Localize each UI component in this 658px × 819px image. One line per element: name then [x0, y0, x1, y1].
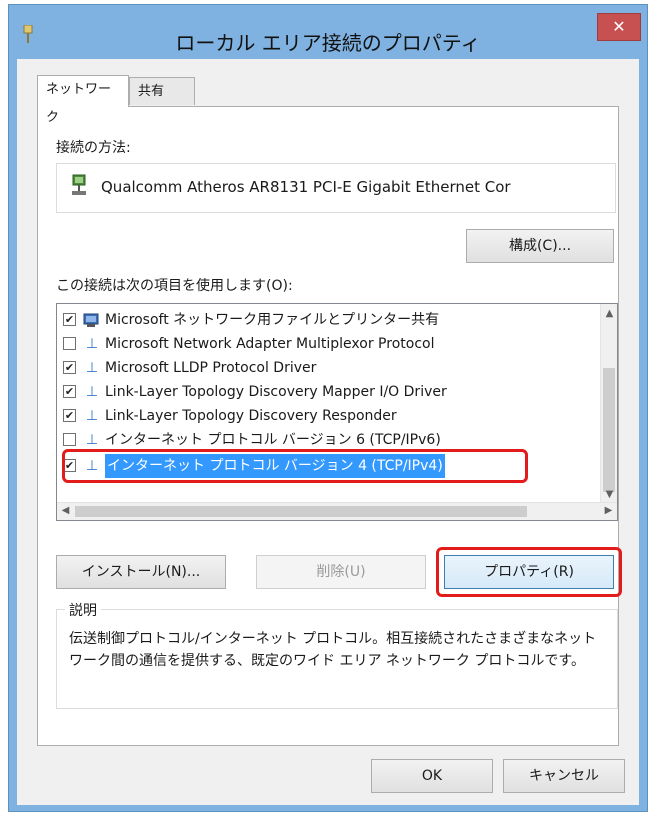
- item-label: インターネット プロトコル バージョン 4 (TCP/IPv4): [105, 454, 445, 478]
- properties-dialog: ローカル エリア接続のプロパティ ✕ ネットワーク 共有 接続の方法: Qual…: [8, 4, 648, 812]
- configure-button[interactable]: 構成(C)...: [466, 229, 614, 263]
- connect-using-label: 接続の方法:: [56, 140, 131, 156]
- item-label: Link-Layer Topology Discovery Responder: [105, 408, 397, 424]
- install-button[interactable]: インストール(N)...: [56, 555, 226, 589]
- tab-sharing[interactable]: 共有: [129, 77, 195, 105]
- protocol-icon: ⊥: [85, 458, 99, 474]
- item-label: Microsoft Network Adapter Multiplexor Pr…: [105, 336, 435, 352]
- scroll-right-icon[interactable]: ▶: [600, 505, 617, 516]
- description-group: 説明 伝送制御プロトコル/インターネット プロトコル。相互接続されたさまざまなネ…: [56, 600, 618, 709]
- item-checkbox[interactable]: ✔: [63, 409, 76, 422]
- scroll-up-icon[interactable]: ▲: [601, 308, 617, 319]
- protocol-icon: ⊥: [85, 360, 99, 376]
- window-title: ローカル エリア接続のプロパティ: [175, 31, 481, 55]
- list-item[interactable]: ⊥ インターネット プロトコル バージョン 6 (TCP/IPv6): [57, 428, 599, 452]
- horizontal-scrollbar[interactable]: ◀ ▶: [57, 502, 617, 520]
- item-checkbox[interactable]: ✔: [63, 459, 76, 472]
- dialog-client-area: ネットワーク 共有 接続の方法: Qualcomm Atheros AR8131…: [17, 59, 639, 805]
- items-label: この接続は次の項目を使用します(O):: [56, 278, 293, 294]
- network-tab-panel: 接続の方法: Qualcomm Atheros AR8131 PCI-E Gig…: [37, 106, 622, 746]
- vertical-scroll-thumb[interactable]: [603, 368, 615, 492]
- description-legend: 説明: [65, 600, 101, 620]
- protocol-icon: ⊥: [85, 336, 99, 352]
- item-label: Microsoft ネットワーク用ファイルとプリンター共有: [105, 312, 440, 328]
- uninstall-button[interactable]: 削除(U): [256, 555, 426, 589]
- network-share-icon: [83, 308, 101, 332]
- scroll-left-icon[interactable]: ◀: [57, 505, 74, 516]
- item-checkbox[interactable]: ✔: [63, 313, 76, 326]
- list-item[interactable]: ✔ ⊥ Microsoft LLDP Protocol Driver: [57, 356, 599, 380]
- list-item[interactable]: ⊥ Microsoft Network Adapter Multiplexor …: [57, 332, 599, 356]
- item-checkbox[interactable]: ✔: [63, 385, 76, 398]
- ok-button[interactable]: OK: [371, 759, 493, 793]
- cancel-button[interactable]: キャンセル: [503, 759, 625, 793]
- vertical-scrollbar[interactable]: ▲ ▼: [600, 304, 617, 502]
- adapter-name: Qualcomm Atheros AR8131 PCI-E Gigabit Et…: [101, 178, 511, 196]
- list-item[interactable]: ✔ ⊥ Link-Layer Topology Discovery Mapper…: [57, 380, 599, 404]
- item-checkbox[interactable]: [63, 337, 76, 350]
- list-item[interactable]: ✔ Microsoft ネットワーク用ファイルとプリンター共有: [57, 308, 599, 332]
- scroll-down-icon[interactable]: ▼: [601, 489, 617, 500]
- description-text: 伝送制御プロトコル/インターネット プロトコル。相互接続されたさまざまなネットワ…: [69, 631, 597, 669]
- components-list[interactable]: ✔ Microsoft ネットワーク用ファイルとプリンター共有 ⊥ Micros…: [56, 303, 618, 521]
- protocol-icon: ⊥: [85, 384, 99, 400]
- item-label: Microsoft LLDP Protocol Driver: [105, 360, 317, 376]
- properties-button[interactable]: プロパティ(R): [444, 555, 614, 589]
- item-checkbox[interactable]: [63, 433, 76, 446]
- item-label: Link-Layer Topology Discovery Mapper I/O…: [105, 384, 447, 400]
- protocol-icon: ⊥: [85, 432, 99, 448]
- item-checkbox[interactable]: ✔: [63, 361, 76, 374]
- list-item[interactable]: ✔ ⊥ Link-Layer Topology Discovery Respon…: [57, 404, 599, 428]
- protocol-icon: ⊥: [85, 408, 99, 424]
- horizontal-scroll-thumb[interactable]: [75, 506, 527, 517]
- network-adapter-icon: [69, 174, 89, 198]
- item-label: インターネット プロトコル バージョン 6 (TCP/IPv6): [105, 432, 441, 448]
- close-button[interactable]: ✕: [597, 13, 641, 41]
- list-item-selected[interactable]: ✔ ⊥ インターネット プロトコル バージョン 4 (TCP/IPv4): [57, 454, 599, 478]
- tab-network[interactable]: ネットワーク: [37, 75, 129, 125]
- adapter-field: Qualcomm Atheros AR8131 PCI-E Gigabit Et…: [56, 163, 616, 213]
